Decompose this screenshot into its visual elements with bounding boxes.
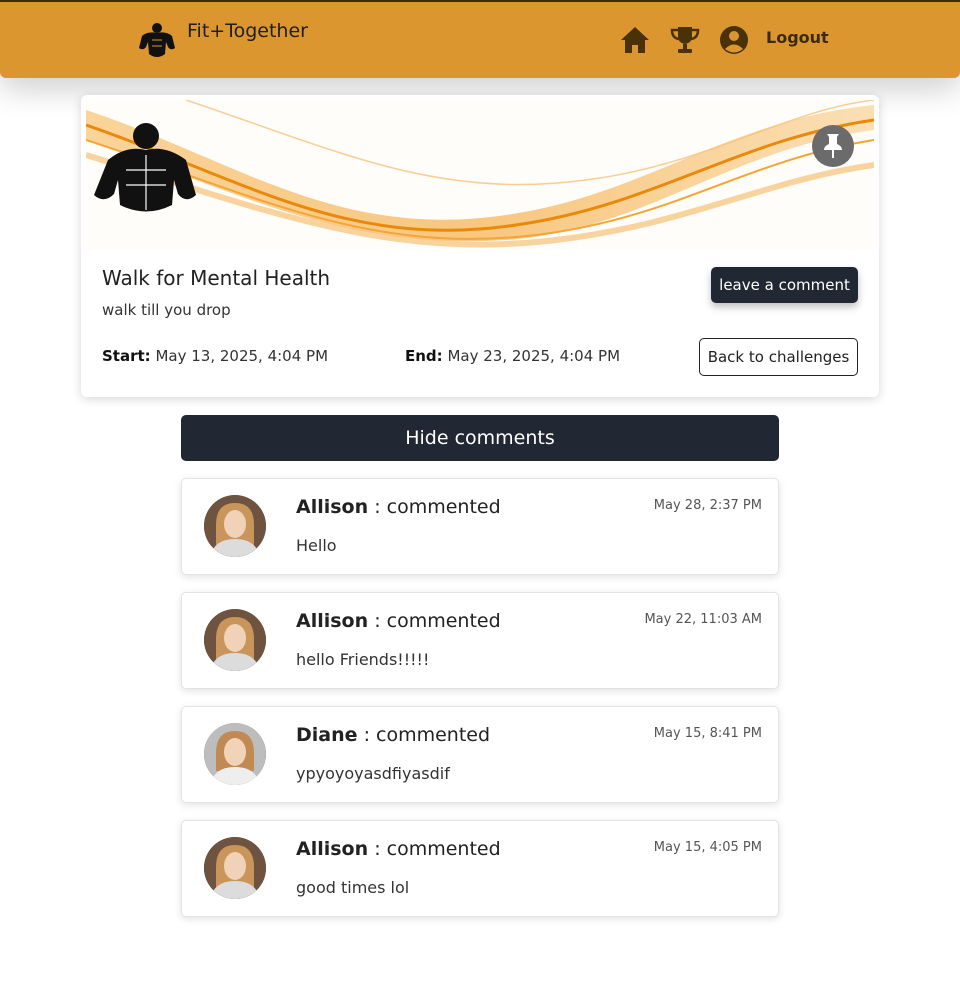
user-circle-icon[interactable] — [718, 24, 750, 56]
comment-timestamp: May 15, 8:41 PM — [653, 726, 762, 741]
challenge-banner-image — [86, 100, 874, 250]
comment-text: ypyoyoyasdfiyasdif — [296, 764, 450, 783]
start-label: Start: — [102, 347, 151, 365]
avatar[interactable] — [204, 609, 266, 671]
avatar[interactable] — [204, 837, 266, 899]
challenge-description: walk till you drop — [102, 301, 231, 319]
pin-button[interactable] — [812, 125, 854, 167]
comment-timestamp: May 15, 4:05 PM — [653, 840, 762, 855]
comment-text: good times lol — [296, 878, 410, 897]
home-icon[interactable] — [619, 24, 651, 56]
comment-card: Diane : commented May 15, 8:41 PM ypyoyo… — [181, 706, 779, 803]
pin-icon — [824, 134, 842, 158]
leave-comment-button[interactable]: leave a comment — [711, 267, 858, 303]
start-date: Start: May 13, 2025, 4:04 PM — [102, 347, 328, 365]
comment-suffix: : commented — [374, 610, 501, 632]
comment-author: Allison — [296, 496, 369, 518]
comment-header: Allison : commented — [296, 496, 501, 518]
comment-author: Allison — [296, 610, 369, 632]
end-label: End: — [405, 347, 443, 365]
comment-card: Allison : commented May 22, 11:03 AM hel… — [181, 592, 779, 689]
end-value: May 23, 2025, 4:04 PM — [447, 347, 621, 365]
comment-suffix: : commented — [374, 496, 501, 518]
start-value: May 13, 2025, 4:04 PM — [155, 347, 329, 365]
comment-text: Hello — [296, 536, 337, 555]
logout-link[interactable]: Logout — [766, 28, 829, 47]
comment-card: Allison : commented May 15, 4:05 PM good… — [181, 820, 779, 917]
avatar[interactable] — [204, 495, 266, 557]
comment-author: Diane — [296, 724, 358, 746]
trophy-icon[interactable] — [669, 24, 701, 56]
challenge-title: Walk for Mental Health — [102, 266, 331, 290]
comment-header: Allison : commented — [296, 610, 501, 632]
comment-timestamp: May 28, 2:37 PM — [653, 498, 762, 513]
avatar[interactable] — [204, 723, 266, 785]
comment-header: Allison : commented — [296, 838, 501, 860]
comment-author: Allison — [296, 838, 369, 860]
end-date: End: May 23, 2025, 4:04 PM — [405, 347, 620, 365]
top-navbar: Fit+Together Logout — [0, 0, 960, 78]
brand-name[interactable]: Fit+Together — [187, 20, 308, 42]
bodybuilder-logo-icon[interactable] — [136, 20, 178, 62]
comment-timestamp: May 22, 11:03 AM — [644, 612, 762, 627]
comment-suffix: : commented — [363, 724, 491, 746]
comment-suffix: : commented — [374, 838, 501, 860]
comment-header: Diane : commented — [296, 724, 490, 746]
hide-comments-button[interactable]: Hide comments — [181, 415, 779, 461]
comment-text: hello Friends!!!!! — [296, 650, 430, 669]
back-to-challenges-button[interactable]: Back to challenges — [699, 338, 858, 376]
comment-card: Allison : commented May 28, 2:37 PM Hell… — [181, 478, 779, 575]
challenge-card: Walk for Mental Health walk till you dro… — [81, 95, 879, 397]
